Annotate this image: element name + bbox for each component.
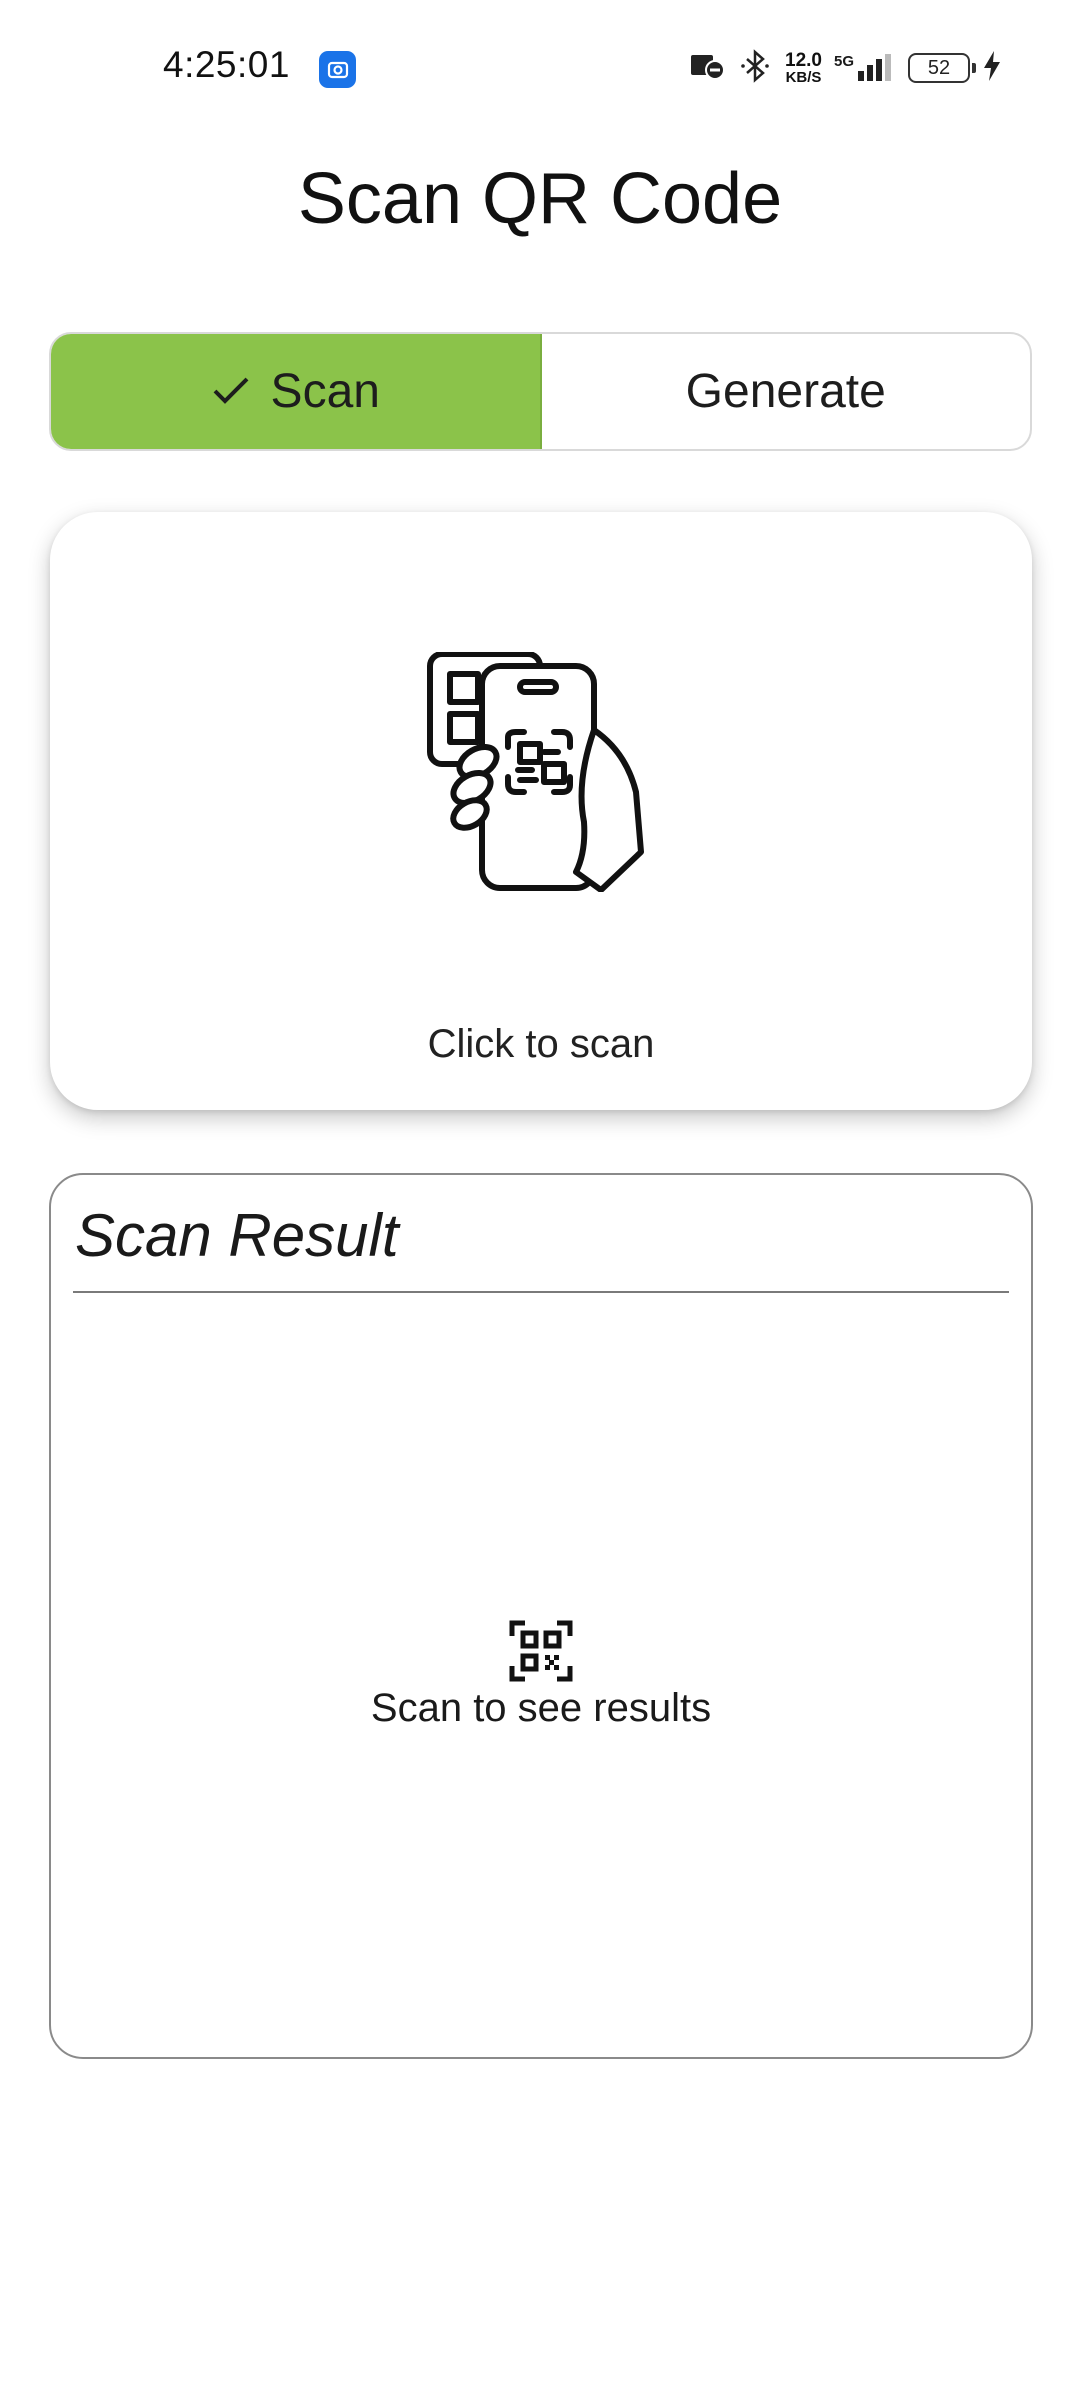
tab-scan[interactable]: Scan [51,334,542,449]
signal-5g-icon: 5G [834,53,896,83]
net-speed-unit: KB/S [785,69,822,86]
qr-code-icon [509,1620,573,1682]
phone-scan-qr-illustration [427,652,644,892]
status-bar: 4:25:01 12.0 KB/S 5G 52 [0,0,1080,138]
status-icons: 12.0 KB/S 5G 52 [689,44,1002,92]
battery-level: 52 [927,56,951,79]
bluetooth-icon [739,48,773,88]
tab-scan-label: Scan [270,365,380,418]
mode-segmented-control: Scan Generate [49,332,1032,451]
status-time: 4:25:01 [163,44,290,85]
scan-result-card: Scan Result Scan to see results [49,1173,1033,2059]
charging-icon [982,50,1002,87]
scan-card[interactable]: Click to scan [50,512,1032,1110]
net-speed: 12.0 KB/S [785,51,822,85]
notification-app-icon [319,51,356,88]
check-icon [211,364,251,419]
tab-generate-label: Generate [685,365,886,418]
result-divider [73,1291,1009,1293]
result-empty-text: Scan to see results [370,1686,712,1730]
result-title: Scan Result [75,1202,399,1269]
result-empty-state: Scan to see results [51,1620,1031,1731]
scan-hint: Click to scan [427,1022,655,1066]
page-title: Scan QR Code [297,159,783,239]
net-speed-value: 12.0 [785,50,822,71]
network-type: 5G [833,53,854,70]
tab-generate[interactable]: Generate [542,334,1031,449]
battery-indicator: 52 [908,53,976,83]
dnd-card-icon [689,51,727,86]
